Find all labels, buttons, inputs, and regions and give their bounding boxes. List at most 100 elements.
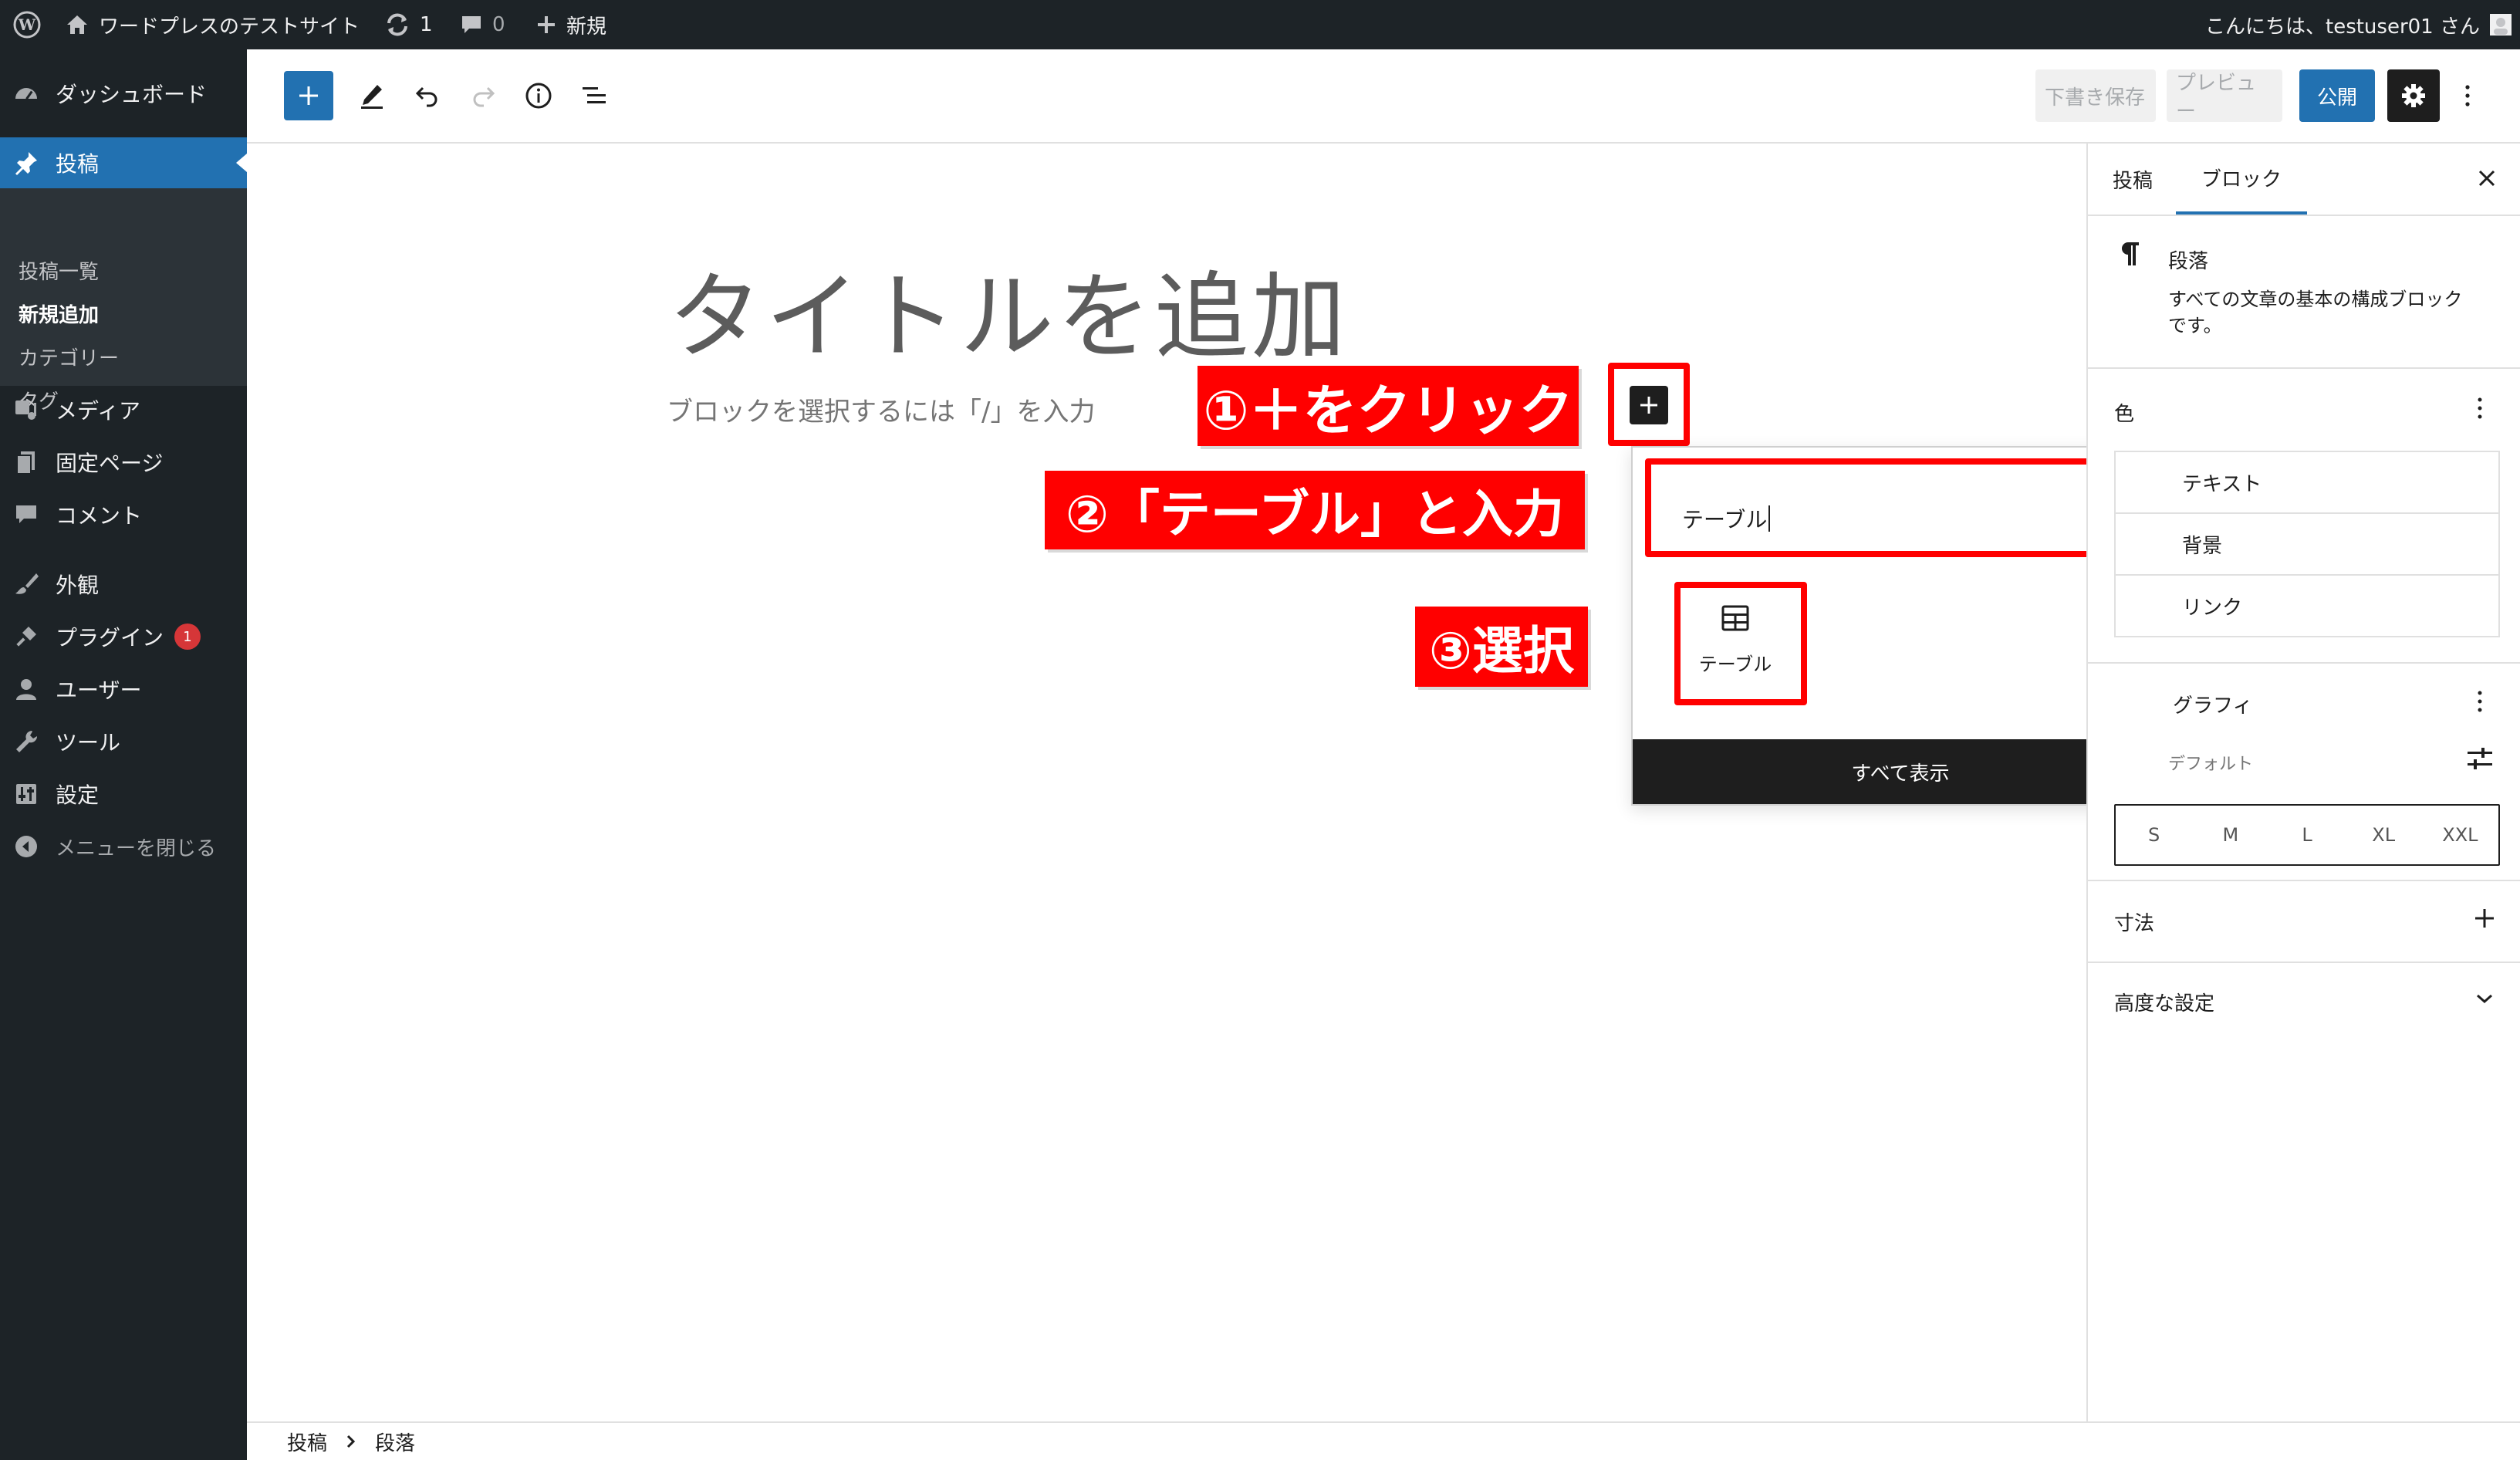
menu-tools-label: ツール — [56, 730, 121, 755]
gear-icon — [2402, 84, 2425, 107]
comments-menu[interactable]: 0 — [460, 0, 505, 49]
tab-post[interactable]: 投稿 — [2113, 144, 2153, 215]
divider — [2088, 367, 2520, 369]
close-settings-button[interactable] — [2477, 168, 2497, 191]
divider — [2088, 215, 2520, 216]
admin-bar: W ワードプレスのテストサイト 1 0 新規 こんにちは、testuser01 … — [0, 0, 2520, 49]
my-account-menu[interactable]: こんにちは、testuser01 さん — [2205, 0, 2512, 49]
color-panel-title: 色 — [2114, 403, 2135, 426]
site-name-menu[interactable]: ワードプレスのテストサイト — [65, 0, 360, 49]
tools-button[interactable] — [350, 74, 394, 117]
kebab-menu-icon — [2465, 85, 2470, 106]
plugin-icon — [11, 621, 42, 652]
highlight-search-input — [1645, 458, 2157, 557]
plus-icon — [1640, 397, 1657, 414]
paragraph-placeholder[interactable]: ブロックを選択するには「/」を入力 — [667, 390, 1095, 428]
list-view-icon — [583, 87, 606, 103]
updates-menu[interactable]: 1 — [384, 0, 433, 49]
user-icon — [11, 674, 42, 705]
font-size-xl[interactable]: XL — [2346, 824, 2422, 846]
more-options-button[interactable] — [2451, 74, 2485, 117]
font-size-l[interactable]: L — [2268, 824, 2345, 846]
menu-appearance[interactable]: 外観 — [0, 559, 247, 610]
menu-dashboard[interactable]: ダッシュボード — [0, 68, 247, 119]
admin-sidebar: ダッシュボード 投稿 投稿一覧 新規追加 カテゴリー タグ メディア 固定ページ — [0, 49, 247, 1460]
menu-plugins[interactable]: プラグイン 1 — [0, 611, 247, 662]
advanced-panel-title[interactable]: 高度な設定 — [2114, 988, 2214, 1016]
current-menu-arrow-icon — [236, 154, 247, 172]
annotation-step1: ①＋をクリック — [1198, 366, 1579, 446]
svg-text:W: W — [18, 15, 36, 34]
pushpin-icon — [11, 147, 42, 178]
kebab-menu-icon — [2478, 397, 2482, 419]
menu-media[interactable]: メディア — [0, 384, 247, 435]
post-title-placeholder[interactable]: タイトルを追加 — [668, 241, 1349, 377]
paintbrush-icon — [11, 569, 42, 600]
settings-toggle[interactable] — [2387, 69, 2440, 122]
custom-size-toggle[interactable] — [2466, 745, 2494, 775]
updates-count: 1 — [420, 13, 433, 36]
menu-posts[interactable]: 投稿 — [0, 137, 247, 188]
chevron-right-icon — [346, 1435, 356, 1448]
menu-pages-label: 固定ページ — [56, 451, 164, 476]
block-inserter-toggle[interactable] — [284, 71, 333, 120]
submenu-add-new[interactable]: 新規追加 — [19, 299, 99, 328]
menu-users[interactable]: ユーザー — [0, 664, 247, 715]
color-panel-options[interactable] — [2477, 397, 2483, 423]
color-item-background[interactable]: 背景 — [2114, 512, 2500, 576]
save-draft-button[interactable]: 下書き保存 — [2035, 69, 2156, 122]
breadcrumb-root[interactable]: 投稿 — [287, 1428, 327, 1456]
details-button[interactable] — [517, 74, 560, 117]
redo-button[interactable] — [461, 74, 505, 117]
menu-tools[interactable]: ツール — [0, 716, 247, 767]
greeting: こんにちは、testuser01 さん — [2205, 15, 2480, 39]
publish-button[interactable]: 公開 — [2299, 69, 2375, 122]
undo-icon — [415, 86, 437, 107]
new-content-menu[interactable]: 新規 — [535, 0, 606, 49]
pages-icon — [11, 447, 42, 478]
menu-settings[interactable]: 設定 — [0, 769, 247, 820]
kebab-menu-icon — [2478, 691, 2482, 712]
menu-dashboard-label: ダッシュボード — [56, 82, 208, 107]
menu-pages[interactable]: 固定ページ — [0, 437, 247, 488]
plus-icon — [299, 86, 318, 105]
paragraph-block-icon — [2119, 241, 2142, 270]
submenu-categories[interactable]: カテゴリー — [19, 343, 119, 371]
collapse-arrow-icon — [11, 831, 42, 862]
editor-toolbar: 下書き保存 プレビュー 公開 — [247, 49, 2520, 144]
font-size-m[interactable]: M — [2192, 824, 2268, 846]
menu-media-label: メディア — [56, 398, 141, 424]
home-icon — [65, 13, 90, 36]
dashboard-icon — [11, 78, 42, 109]
preview-button[interactable]: プレビュー — [2167, 69, 2282, 123]
plugins-update-badge: 1 — [174, 624, 201, 650]
color-item-text[interactable]: テキスト — [2114, 451, 2500, 514]
settings-sliders-icon — [2468, 748, 2492, 769]
submenu-all-posts[interactable]: 投稿一覧 — [19, 256, 99, 285]
list-view-button[interactable] — [573, 74, 616, 117]
font-size-xxl[interactable]: XXL — [2422, 824, 2498, 846]
inline-inserter-button[interactable] — [1630, 386, 1668, 424]
wordpress-logo-icon: W — [12, 10, 42, 39]
typography-panel-options[interactable] — [2477, 690, 2483, 716]
font-size-label: デフォルト — [2168, 755, 2254, 774]
media-icon — [11, 394, 42, 425]
menu-posts-label: 投稿 — [56, 151, 100, 177]
font-size-s[interactable]: S — [2116, 824, 2192, 846]
block-card-description-line1: すべての文章の基本の構成ブロック — [2168, 289, 2463, 310]
highlight-table-result — [1674, 582, 1807, 705]
menu-comments[interactable]: コメント — [0, 489, 247, 540]
plus-icon — [535, 14, 557, 35]
info-icon — [525, 83, 552, 109]
undo-button[interactable] — [406, 74, 449, 117]
pencil-icon — [361, 85, 383, 109]
menu-collapse[interactable]: メニューを閉じる — [0, 821, 247, 872]
menu-collapse-label: メニューを閉じる — [56, 836, 217, 860]
wp-logo-menu[interactable]: W — [12, 0, 42, 49]
advanced-panel-toggle[interactable] — [2475, 992, 2494, 1008]
tab-block[interactable]: ブロック — [2176, 144, 2307, 215]
divider — [2088, 962, 2520, 963]
menu-settings-label: 設定 — [56, 782, 100, 808]
dimensions-add-button[interactable] — [2474, 907, 2495, 932]
color-item-link[interactable]: リンク — [2114, 574, 2500, 637]
